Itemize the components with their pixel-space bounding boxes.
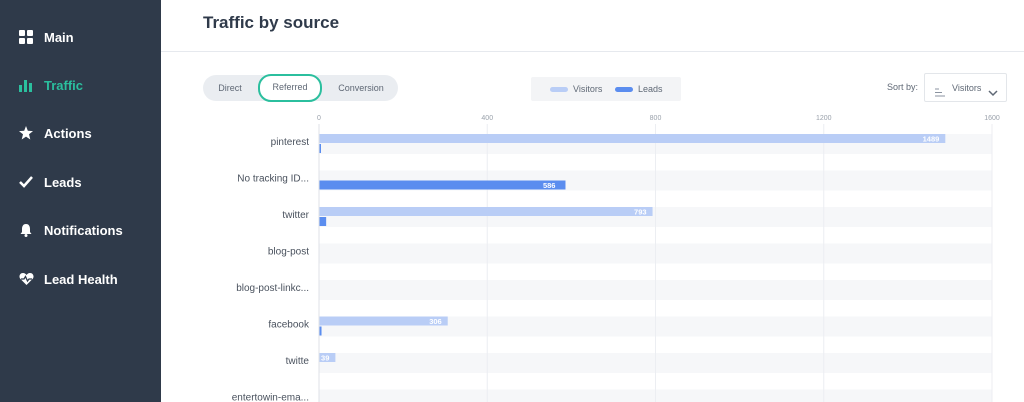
sidebar-item-actions[interactable]: Actions <box>0 113 161 153</box>
app: Main Traffic Actions Leads Notifications <box>0 0 1024 402</box>
data-label-visitors: 1489 <box>923 135 940 144</box>
sort-lines-icon <box>935 84 946 102</box>
category-label: twitte <box>286 356 310 367</box>
grid-icon <box>18 29 34 45</box>
category-label: twitter <box>282 210 309 221</box>
category-label: pinterest <box>271 137 310 148</box>
bar-visitors <box>319 353 336 362</box>
row-band <box>319 280 992 300</box>
legend-swatch-visitors <box>550 87 568 92</box>
sidebar-item-label: Main <box>44 29 74 45</box>
bar-leads <box>319 144 321 153</box>
heart-pulse-icon <box>18 271 34 287</box>
sidebar-item-label: Lead Health <box>44 271 118 287</box>
bar-visitors <box>319 316 448 326</box>
check-icon <box>18 174 34 190</box>
sidebar-item-label: Leads <box>44 174 82 190</box>
bar-leads <box>319 217 327 226</box>
category-label: facebook <box>268 320 310 331</box>
sidebar-item-label: Traffic <box>44 77 84 93</box>
bar-leads <box>319 180 566 190</box>
sidebar-item-lead-health[interactable]: Lead Health <box>0 259 161 299</box>
x-tick-label: 0 <box>317 115 321 122</box>
source-type-tabs: Direct Referred Conversion <box>203 74 398 102</box>
bar-chart-icon <box>18 77 34 93</box>
row-band <box>319 207 992 227</box>
bell-icon <box>18 222 34 238</box>
row-band <box>319 353 992 373</box>
row-band <box>319 389 992 402</box>
legend-label-visitors: Visitors <box>573 84 603 94</box>
category-label: blog-post <box>268 247 309 258</box>
sidebar-item-notifications[interactable]: Notifications <box>0 210 161 250</box>
data-label-visitors: 306 <box>429 317 442 326</box>
legend-label-leads: Leads <box>638 84 663 94</box>
tab-referred[interactable]: Referred <box>258 74 322 102</box>
category-label: entertowin-ema... <box>232 393 309 402</box>
legend-swatch-leads <box>615 87 633 92</box>
sidebar-item-leads[interactable]: Leads <box>0 162 161 202</box>
row-band <box>319 243 992 264</box>
x-tick-label: 800 <box>650 115 662 122</box>
row-band <box>319 134 992 154</box>
sidebar-item-main[interactable]: Main <box>0 17 161 57</box>
x-tick-label: 400 <box>481 115 493 122</box>
category-label: No tracking ID... <box>237 174 309 185</box>
sort-value: Visitors <box>952 83 982 93</box>
sidebar-item-label: Actions <box>44 125 92 141</box>
star-icon <box>18 125 34 141</box>
category-label: blog-post-linkc... <box>236 283 309 294</box>
data-label-leads: 586 <box>543 181 556 190</box>
sidebar-item-label: Notifications <box>44 222 123 238</box>
x-tick-label: 1200 <box>816 115 832 122</box>
row-band <box>319 316 992 337</box>
x-tick-label: 1600 <box>984 115 1000 122</box>
chart-legend: Visitors Leads <box>531 77 681 101</box>
page-title: Traffic by source <box>203 13 340 32</box>
sidebar-item-traffic[interactable]: Traffic <box>0 65 161 105</box>
tab-direct[interactable]: Direct <box>203 75 257 101</box>
page-header: Traffic by source <box>161 0 1024 52</box>
chevron-down-icon <box>988 84 998 102</box>
tab-conversion[interactable]: Conversion <box>325 75 397 101</box>
bar-leads <box>319 326 322 336</box>
bar-visitors <box>319 134 946 143</box>
data-label-visitors: 39 <box>321 354 329 363</box>
sort-label: Sort by: <box>887 82 919 92</box>
sidebar: Main Traffic Actions Leads Notifications <box>0 0 161 402</box>
data-label-visitors: 793 <box>634 208 647 217</box>
bar-visitors <box>319 207 653 216</box>
sort-dropdown[interactable]: Visitors <box>924 73 1007 102</box>
row-band <box>319 170 992 191</box>
